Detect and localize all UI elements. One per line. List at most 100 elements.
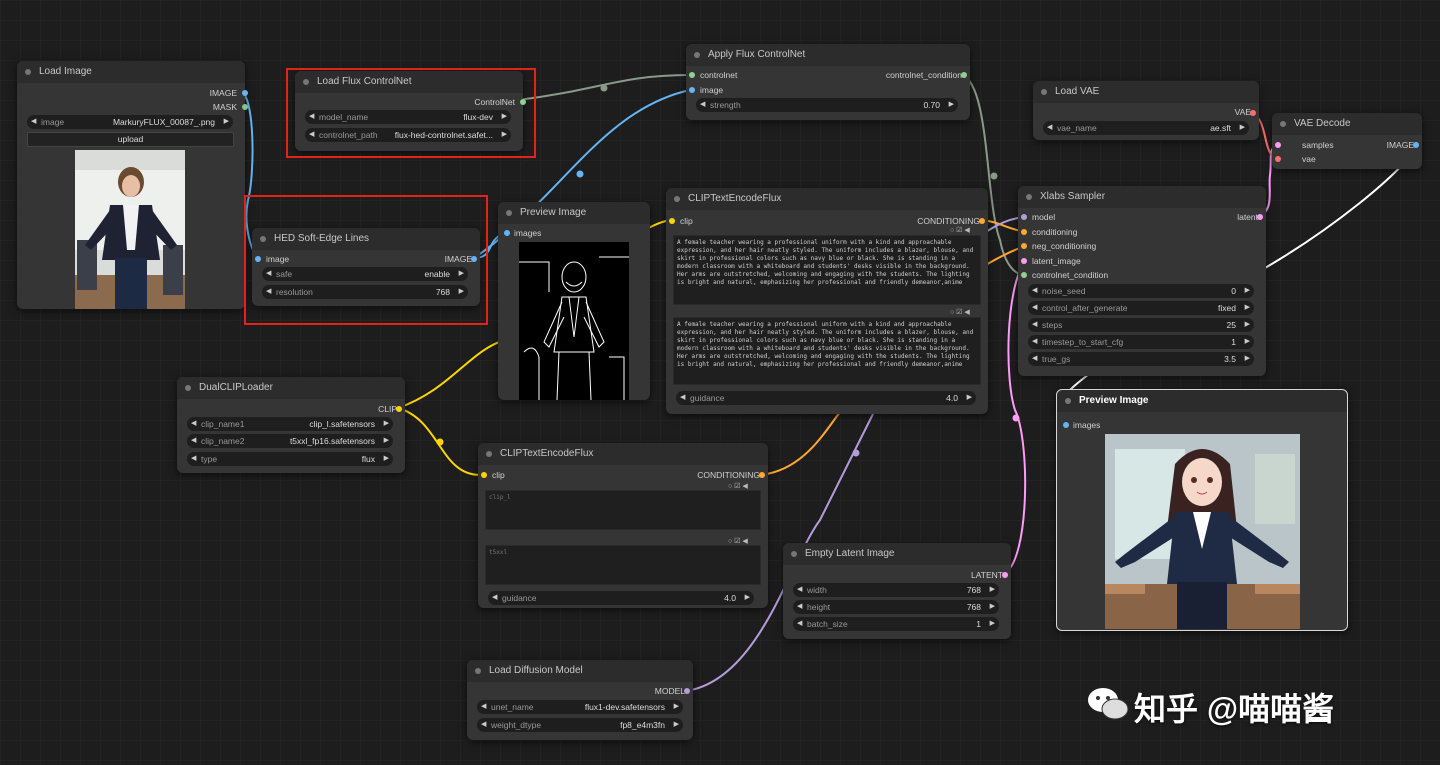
- height-widget[interactable]: ◀ height 768 ▶: [793, 600, 999, 614]
- collapse-dot-icon[interactable]: [694, 52, 700, 58]
- arrow-left-icon[interactable]: ◀: [191, 417, 196, 431]
- collapse-dot-icon[interactable]: [486, 451, 492, 457]
- prompt-text-area-t5xxl[interactable]: A female teacher wearing a professional …: [673, 317, 981, 385]
- output-image-socket[interactable]: [242, 90, 248, 96]
- node-header[interactable]: Preview Image: [1057, 390, 1347, 412]
- arrow-left-icon[interactable]: ◀: [481, 718, 486, 732]
- arrow-left-icon[interactable]: ◀: [797, 583, 802, 597]
- clip-name2-widget[interactable]: ◀ clip_name2 t5xxl_fp16.safetensors ▶: [187, 434, 393, 448]
- arrow-right-icon[interactable]: ▶: [1245, 301, 1250, 315]
- arrow-right-icon[interactable]: ▶: [384, 417, 389, 431]
- arrow-left-icon[interactable]: ◀: [1047, 121, 1052, 135]
- arrow-left-icon[interactable]: ◀: [31, 115, 36, 129]
- weight-dtype-widget[interactable]: ◀ weight_dtype fp8_e4m3fn ▶: [477, 718, 683, 732]
- arrow-left-icon[interactable]: ◀: [481, 700, 486, 714]
- arrow-left-icon[interactable]: ◀: [1032, 284, 1037, 298]
- input-images-socket[interactable]: [504, 230, 510, 236]
- guidance-widget[interactable]: ◀ guidance 4.0 ▶: [488, 591, 754, 605]
- output-latent-socket[interactable]: [1257, 214, 1263, 220]
- control-after-generate-widget[interactable]: ◀ control_after_generate fixed ▶: [1028, 301, 1254, 315]
- arrow-left-icon[interactable]: ◀: [1032, 352, 1037, 366]
- arrow-right-icon[interactable]: ▶: [384, 434, 389, 448]
- clip-text-encode-flux-node-2[interactable]: CLIPTextEncodeFlux clip CONDITIONING ○ ☑…: [478, 443, 768, 608]
- arrow-right-icon[interactable]: ▶: [674, 718, 679, 732]
- collapse-dot-icon[interactable]: [791, 551, 797, 557]
- clip-name1-widget[interactable]: ◀ clip_name1 clip_l.safetensors ▶: [187, 417, 393, 431]
- collapse-dot-icon[interactable]: [25, 69, 31, 75]
- type-widget[interactable]: ◀ type flux ▶: [187, 452, 393, 466]
- arrow-left-icon[interactable]: ◀: [492, 591, 497, 605]
- input-clip-socket[interactable]: [481, 472, 487, 478]
- preview-image-node[interactable]: Preview Image images: [498, 202, 650, 400]
- load-vae-node[interactable]: Load VAE VAE ◀ vae_name ae.sft ▶: [1033, 81, 1259, 140]
- output-mask-socket[interactable]: [242, 104, 248, 110]
- arrow-right-icon[interactable]: ▶: [224, 115, 229, 129]
- prompt-text-area-clip-l[interactable]: A female teacher wearing a professional …: [673, 235, 981, 305]
- output-clip-socket[interactable]: [396, 406, 402, 412]
- node-header[interactable]: VAE Decode: [1272, 113, 1422, 135]
- node-header[interactable]: Load Image: [17, 61, 245, 83]
- arrow-right-icon[interactable]: ▶: [990, 583, 995, 597]
- input-image-socket[interactable]: [689, 87, 695, 93]
- preview-image-node-2[interactable]: Preview Image images: [1056, 389, 1348, 631]
- collapse-dot-icon[interactable]: [506, 210, 512, 216]
- input-controlnet-socket[interactable]: [689, 72, 695, 78]
- output-vae-socket[interactable]: [1250, 110, 1256, 116]
- guidance-widget[interactable]: ◀ guidance 4.0 ▶: [676, 391, 976, 405]
- arrow-right-icon[interactable]: ▶: [949, 98, 954, 112]
- input-samples-socket[interactable]: [1275, 142, 1281, 148]
- node-header[interactable]: Preview Image: [498, 202, 650, 224]
- arrow-left-icon[interactable]: ◀: [1032, 318, 1037, 332]
- arrow-left-icon[interactable]: ◀: [191, 452, 196, 466]
- input-neg-conditioning-socket[interactable]: [1021, 243, 1027, 249]
- upload-button[interactable]: upload: [27, 132, 234, 147]
- arrow-right-icon[interactable]: ▶: [384, 452, 389, 466]
- node-header[interactable]: Xlabs Sampler: [1018, 186, 1266, 208]
- image-select-widget[interactable]: ◀ image MarkuryFLUX_00087_.png ▶: [27, 115, 233, 129]
- batch-size-widget[interactable]: ◀ batch_size 1 ▶: [793, 617, 999, 631]
- input-images-socket[interactable]: [1063, 422, 1069, 428]
- input-conditioning-socket[interactable]: [1021, 229, 1027, 235]
- output-image-socket[interactable]: [1413, 142, 1419, 148]
- node-header[interactable]: Load Diffusion Model: [467, 660, 693, 682]
- dual-clip-loader-node[interactable]: DualCLIPLoader CLIP ◀ clip_name1 clip_l.sa…: [177, 377, 405, 473]
- timestep-to-start-cfg-widget[interactable]: ◀ timestep_to_start_cfg 1 ▶: [1028, 335, 1254, 349]
- input-latent-image-socket[interactable]: [1021, 258, 1027, 264]
- input-clip-socket[interactable]: [669, 218, 675, 224]
- empty-latent-image-node[interactable]: Empty Latent Image LATENT ◀ width 768 ▶ ◀ he…: [783, 543, 1011, 639]
- node-header[interactable]: Load VAE: [1033, 81, 1259, 103]
- input-controlnet-condition-socket[interactable]: [1021, 272, 1027, 278]
- textbox-toggle-icons[interactable]: ○ ☑ ◀: [950, 308, 970, 316]
- arrow-right-icon[interactable]: ▶: [990, 600, 995, 614]
- strength-widget[interactable]: ◀ strength 0.70 ▶: [696, 98, 958, 112]
- input-model-socket[interactable]: [1021, 214, 1027, 220]
- arrow-right-icon[interactable]: ▶: [1245, 318, 1250, 332]
- arrow-right-icon[interactable]: ▶: [1240, 121, 1245, 135]
- apply-flux-controlnet-node[interactable]: Apply Flux ControlNet controlnet control…: [686, 44, 970, 120]
- output-conditioning-socket[interactable]: [979, 218, 985, 224]
- collapse-dot-icon[interactable]: [674, 196, 680, 202]
- arrow-left-icon[interactable]: ◀: [797, 600, 802, 614]
- noise-seed-widget[interactable]: ◀ noise_seed 0 ▶: [1028, 284, 1254, 298]
- arrow-right-icon[interactable]: ▶: [1245, 284, 1250, 298]
- collapse-dot-icon[interactable]: [1026, 194, 1032, 200]
- arrow-right-icon[interactable]: ▶: [1245, 352, 1250, 366]
- node-header[interactable]: DualCLIPLoader: [177, 377, 405, 399]
- input-vae-socket[interactable]: [1275, 156, 1281, 162]
- node-header[interactable]: CLIPTextEncodeFlux: [666, 188, 988, 210]
- collapse-dot-icon[interactable]: [1041, 89, 1047, 95]
- arrow-right-icon[interactable]: ▶: [674, 700, 679, 714]
- vae-decode-node[interactable]: VAE Decode samples IMAGE vae: [1272, 113, 1422, 169]
- node-header[interactable]: Apply Flux ControlNet: [686, 44, 970, 66]
- unet-name-widget[interactable]: ◀ unet_name flux1-dev.safetensors ▶: [477, 700, 683, 714]
- arrow-right-icon[interactable]: ▶: [990, 617, 995, 631]
- textbox-toggle-icons[interactable]: ○ ☑ ◀: [728, 537, 748, 545]
- arrow-left-icon[interactable]: ◀: [700, 98, 705, 112]
- clip-l-text-area[interactable]: clip_l: [485, 490, 761, 530]
- steps-widget[interactable]: ◀ steps 25 ▶: [1028, 318, 1254, 332]
- textbox-toggle-icons[interactable]: ○ ☑ ◀: [728, 482, 748, 490]
- arrow-left-icon[interactable]: ◀: [1032, 301, 1037, 315]
- true-gs-widget[interactable]: ◀ true_gs 3.5 ▶: [1028, 352, 1254, 366]
- load-image-node[interactable]: Load Image IMAGE MASK ◀ image MarkuryFLUX_…: [17, 61, 248, 309]
- arrow-right-icon[interactable]: ▶: [745, 591, 750, 605]
